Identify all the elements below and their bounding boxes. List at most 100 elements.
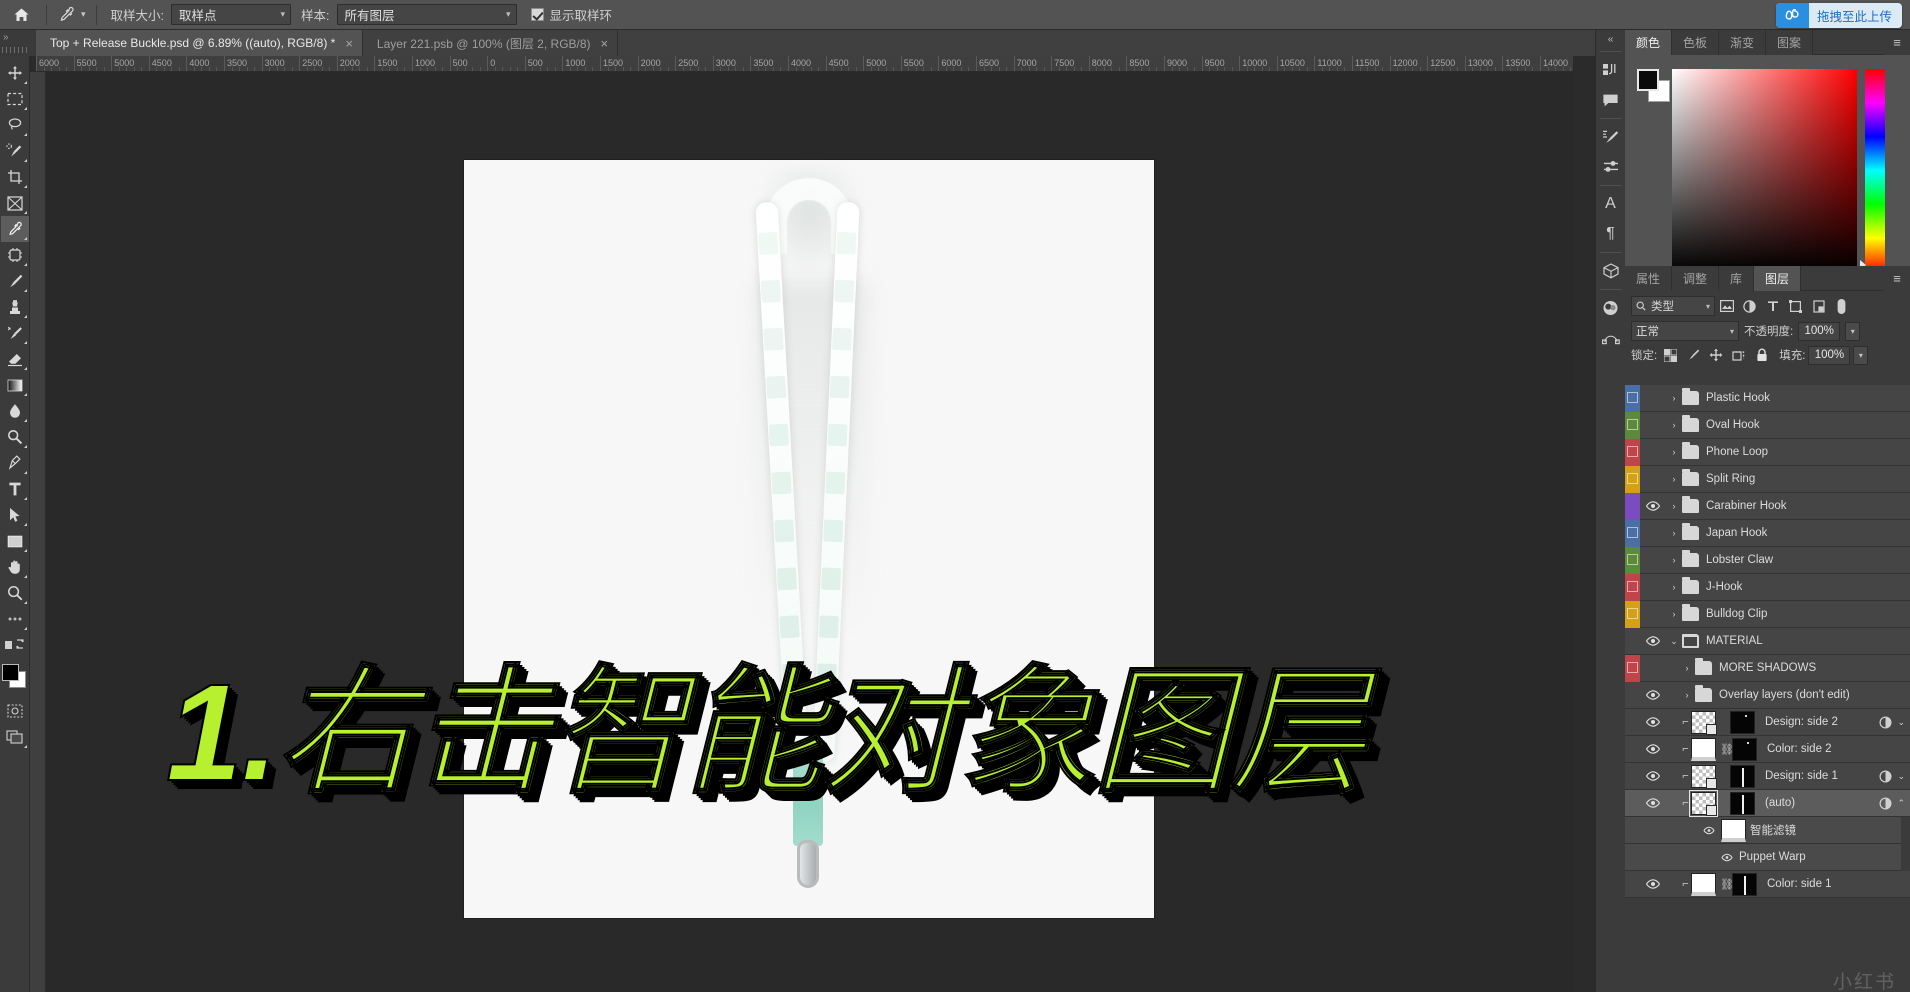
layer-kind-select[interactable]: 类型 ▾: [1631, 296, 1715, 316]
smart-filter-row[interactable]: 智能滤镜: [1625, 817, 1910, 844]
layer-row[interactable]: ⌄ MATERIAL: [1625, 628, 1910, 655]
layer-list[interactable]: 小红书 › Plastic Hook › Oval Hook › Phone Loop › S…: [1625, 385, 1910, 992]
hue-slider[interactable]: [1860, 69, 1885, 272]
layer-row[interactable]: ⌐ ⛓ Color: side 1: [1625, 871, 1910, 898]
brush-presets-icon[interactable]: [1596, 152, 1626, 182]
layer-mask-thumbnail[interactable]: [1730, 791, 1755, 815]
chevron-right-icon[interactable]: ›: [1666, 447, 1682, 457]
chevron-right-icon[interactable]: ›: [1679, 663, 1695, 673]
visibility-toggle-icon[interactable]: [1640, 709, 1666, 736]
chevron-right-icon[interactable]: ›: [1666, 393, 1682, 403]
visibility-toggle-icon[interactable]: [1703, 826, 1715, 835]
close-icon[interactable]: ×: [601, 36, 609, 51]
layer-color-label[interactable]: [1625, 465, 1640, 493]
artboard[interactable]: [464, 160, 1154, 918]
layer-row[interactable]: › Oval Hook: [1625, 411, 1910, 439]
brush-settings-icon[interactable]: [1596, 122, 1626, 152]
chevron-down-icon[interactable]: ⌄: [1666, 636, 1682, 647]
close-icon[interactable]: ×: [345, 36, 353, 51]
foreground-background-swatches[interactable]: [1637, 69, 1671, 103]
lock-position-icon[interactable]: [1706, 345, 1726, 365]
visibility-toggle-icon[interactable]: [1640, 790, 1666, 817]
character-panel-icon[interactable]: A: [1596, 189, 1626, 219]
collapse-panels-icon[interactable]: «: [1596, 30, 1626, 48]
smart-filter-mask-thumbnail[interactable]: [1721, 818, 1746, 842]
chevron-right-icon[interactable]: ›: [1666, 528, 1682, 538]
layer-color-label[interactable]: [1625, 385, 1640, 412]
layer-color-label[interactable]: [1625, 736, 1640, 763]
foreground-color-swatch[interactable]: [1637, 69, 1659, 91]
chevron-down-icon[interactable]: ▾: [81, 9, 86, 20]
gradient-tool[interactable]: [1, 372, 29, 398]
dodge-tool[interactable]: [1, 424, 29, 450]
filter-shape-icon[interactable]: [1784, 295, 1807, 317]
opacity-value[interactable]: 100%: [1798, 321, 1841, 341]
chevron-right-icon[interactable]: ›: [1679, 690, 1695, 700]
layer-color-label[interactable]: [1625, 763, 1640, 790]
visibility-toggle-icon[interactable]: [1640, 628, 1666, 655]
visibility-toggle-icon[interactable]: [1721, 853, 1733, 862]
screen-mode-button[interactable]: [1, 724, 29, 750]
chevron-right-icon[interactable]: ›: [1666, 609, 1682, 619]
layer-row[interactable]: › Lobster Claw: [1625, 546, 1910, 574]
filter-pixel-icon[interactable]: [1715, 295, 1738, 317]
layer-row[interactable]: › Split Ring: [1625, 465, 1910, 493]
fill-chevron-down-icon[interactable]: ▾: [1853, 345, 1869, 365]
tab-adjustments[interactable]: 调整: [1672, 266, 1720, 291]
clone-stamp-tool[interactable]: [1, 294, 29, 320]
hand-tool[interactable]: [1, 554, 29, 580]
eyedropper-tool[interactable]: [0, 216, 29, 242]
layer-thumbnail[interactable]: [1691, 710, 1717, 735]
crop-tool[interactable]: [1, 164, 29, 190]
marquee-tool[interactable]: [1, 86, 29, 112]
filter-toggle-switch[interactable]: [1830, 295, 1853, 317]
layer-row[interactable]: ⌐ Design: side 2 ⌄: [1625, 709, 1910, 736]
layer-mask-thumbnail[interactable]: [1732, 872, 1757, 896]
visibility-toggle-icon[interactable]: [1640, 574, 1666, 601]
smart-filter-row[interactable]: Puppet Warp: [1625, 844, 1910, 871]
document-tab-1[interactable]: Layer 221.psb @ 100% (图层 2, RGB/8) ×: [363, 30, 619, 56]
tab-gradients[interactable]: 渐变: [1719, 30, 1767, 55]
move-tool[interactable]: [1, 60, 29, 86]
layer-color-label[interactable]: [1625, 573, 1640, 601]
zoom-tool[interactable]: [1, 580, 29, 606]
paragraph-panel-icon[interactable]: ¶: [1596, 219, 1626, 249]
visibility-toggle-icon[interactable]: [1640, 547, 1666, 574]
color-field[interactable]: [1669, 69, 1857, 275]
comments-panel-icon[interactable]: [1596, 85, 1626, 115]
lock-image-pixels-icon[interactable]: [1683, 345, 1703, 365]
panel-menu-icon[interactable]: ≡: [1884, 266, 1910, 291]
chevron-right-icon[interactable]: ›: [1666, 420, 1682, 430]
checkbox-box[interactable]: [530, 8, 544, 21]
layer-effects-indicator[interactable]: ⌄: [1879, 769, 1910, 783]
visibility-toggle-icon[interactable]: [1640, 412, 1666, 439]
channels-panel-icon[interactable]: [1596, 293, 1626, 323]
visibility-toggle-icon[interactable]: [1640, 736, 1666, 763]
default-colors-button[interactable]: [1, 632, 29, 658]
visibility-toggle-icon[interactable]: [1640, 871, 1666, 898]
layer-row[interactable]: › Overlay layers (don't edit): [1625, 682, 1910, 709]
chevron-right-icon[interactable]: ›: [1666, 474, 1682, 484]
lock-transparent-pixels-icon[interactable]: [1660, 345, 1680, 365]
tab-libraries[interactable]: 库: [1719, 266, 1755, 291]
tab-swatches[interactable]: 色板: [1672, 30, 1720, 55]
visibility-toggle-icon[interactable]: [1640, 439, 1666, 466]
3d-panel-icon[interactable]: [1596, 256, 1626, 286]
lasso-tool[interactable]: [1, 112, 29, 138]
blur-tool[interactable]: [1, 398, 29, 424]
history-brush-tool[interactable]: [1, 320, 29, 346]
layer-row[interactable]: › Plastic Hook: [1625, 385, 1910, 412]
home-icon[interactable]: [0, 0, 42, 30]
layer-color-label[interactable]: [1625, 438, 1640, 466]
pen-tool[interactable]: [1, 450, 29, 476]
canvas-area[interactable]: 1.右击智能对象图层: [46, 72, 1573, 992]
layer-row[interactable]: › Japan Hook: [1625, 519, 1910, 547]
chevron-right-icon[interactable]: ›: [1666, 582, 1682, 592]
layer-thumbnail[interactable]: [1689, 789, 1718, 817]
layer-color-label[interactable]: [1625, 682, 1640, 709]
brush-tool[interactable]: [1, 268, 29, 294]
baidu-upload-chip[interactable]: 拖拽至此上传: [1775, 3, 1902, 28]
mask-link-icon[interactable]: ⛓: [1720, 878, 1734, 891]
sample-size-select[interactable]: 取样点 ▾: [171, 4, 292, 25]
blend-mode-select[interactable]: 正常 ▾: [1631, 321, 1739, 341]
